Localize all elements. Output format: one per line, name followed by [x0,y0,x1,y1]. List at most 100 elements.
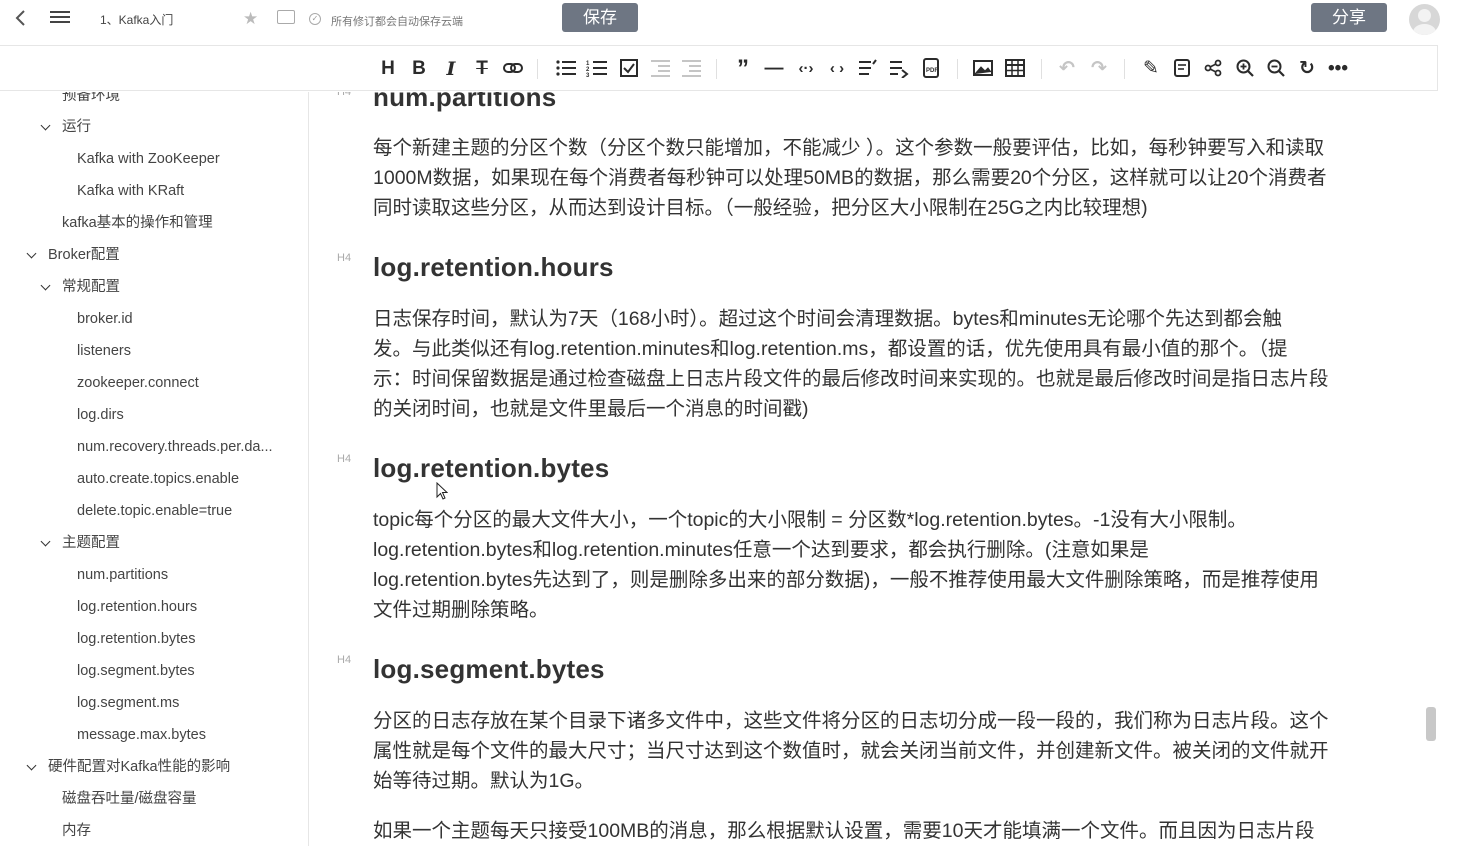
paragraph-line: 文件过期删除策略。 [373,599,549,621]
pdf-icon[interactable]: PDF [919,58,943,80]
share-button[interactable]: 分享 [1311,3,1387,32]
paragraph-line: 如果一个主题每天只接受100MB的消息，那么根据默认设置，需要10天才能填满一个… [373,820,1315,842]
outline-item[interactable]: 硬件配置对Kafka性能的影响 [48,756,230,778]
horizontal-rule-icon[interactable]: — [762,58,786,80]
saved-check-icon: ✓ [309,13,321,25]
outline-item[interactable]: auto.create.topics.enable [77,468,239,490]
paragraph-line: 分区的日志存放在某个目录下诸多文件中，这些文件将分区的日志切分成一段一段的，我们… [373,710,1329,732]
paragraph-line: log.retention.bytes先达到了，则是删除多出来的部分数据)，一般… [373,569,1319,591]
zoom-out-icon[interactable] [1264,58,1288,80]
paragraph-line: 示：时间保留数据是通过检查磁盘上日志片段文件的最后修改时间来实现的。也就是最后修… [373,368,1329,390]
paragraph[interactable]: 如果一个主题每天只接受100MB的消息，那么根据默认设置，需要10天才能填满一个… [373,816,1373,846]
back-icon[interactable] [14,8,34,30]
top-bar: 1、Kafka入门 ★ ✓ 所有修订都会自动保存云端 保存 分享 [0,0,1460,40]
paragraph-line: 同时读取这些分区，从而达到设计目标。（一般经验，把分区大小限制在25G之内比较理… [373,197,1148,219]
outline-item[interactable]: listeners [77,340,131,362]
checklist-icon[interactable] [617,58,641,80]
paragraph-line: 的关闭时间，也就是文件里最后一个消息的时间戳) [373,398,809,420]
svg-text:3: 3 [586,73,590,78]
scrollbar-thumb[interactable] [1426,707,1436,741]
refresh-icon[interactable]: ↻ [1295,58,1319,80]
edit-icon[interactable]: ✎ [1139,58,1163,80]
zoom-in-icon[interactable] [1233,58,1257,80]
inline-code-icon[interactable]: ‹·› [794,58,818,80]
link-icon[interactable] [501,58,525,80]
outline-item[interactable]: 主题配置 [62,532,120,554]
paragraph[interactable]: 分区的日志存放在某个目录下诸多文件中，这些文件将分区的日志切分成一段一段的，我们… [373,706,1373,796]
section-heading[interactable]: log.retention.bytes [373,453,609,484]
paragraph[interactable]: 日志保存时间，默认为7天（168小时）。超过这个时间会清理数据。bytes和mi… [373,304,1373,424]
bold-icon[interactable]: B [407,58,431,80]
paragraph-line: 始等待过期。默认为1G。 [373,770,595,792]
heading-level-tag: H4 [337,252,352,264]
paragraph[interactable]: 每个新建主题的分区个数（分区个数只能增加，不能减少 ）。这个参数一般要评估，比如… [373,133,1373,223]
section-heading[interactable]: num.partitions [373,92,556,113]
document-content[interactable]: H4 num.partitions 每个新建主题的分区个数（分区个数只能增加，不… [310,92,1426,846]
outline-item[interactable]: 常规配置 [62,276,120,298]
outline-item[interactable]: Broker配置 [48,244,120,266]
toolbar-divider [1041,59,1042,79]
outline-item[interactable]: 运行 [62,116,91,138]
paragraph-line: 日志保存时间，默认为7天（168小时）。超过这个时间会清理数据。bytes和mi… [373,308,1283,330]
italic-icon[interactable]: I [439,58,463,80]
image-icon[interactable] [971,58,995,80]
outline-item[interactable]: num.partitions [77,564,168,586]
outline-item[interactable]: kafka基本的操作和管理 [62,212,213,234]
notes-icon[interactable] [1170,58,1194,80]
outline-item[interactable]: 预备环境 [62,92,120,107]
outline-item[interactable]: broker.id [77,308,133,330]
unordered-list-icon[interactable] [554,58,578,80]
outline-item[interactable]: log.retention.bytes [77,628,196,650]
outline-item[interactable]: message.max.bytes [77,724,206,746]
heading-icon[interactable]: H [376,58,400,80]
undo-icon[interactable]: ↶ [1055,58,1079,80]
svg-text:PDF: PDF [926,68,938,74]
toolbar-divider [537,59,538,79]
ordered-list-icon[interactable]: 123 [585,58,609,80]
code-block-icon[interactable]: ‹ › [825,58,849,80]
paragraph-line: log.retention.bytes和log.retention.minute… [373,539,1149,561]
menu-icon[interactable] [50,8,70,28]
mindmap-icon[interactable] [1201,58,1225,80]
outline-item[interactable]: log.segment.bytes [77,660,195,682]
star-icon[interactable]: ★ [243,9,258,29]
section-heading[interactable]: log.segment.bytes [373,654,605,685]
outline-item[interactable]: num.recovery.threads.per.da... [77,436,273,458]
redo-icon[interactable]: ↷ [1087,58,1111,80]
outline-item[interactable]: delete.topic.enable=true [77,500,232,522]
heading-level-tag: H4 [337,453,352,465]
outline-item[interactable]: log.retention.hours [77,596,197,618]
paragraph-line: 发。与此类似还有log.retention.minutes和log.retent… [373,338,1288,360]
outline-item[interactable]: Kafka with ZooKeeper [77,148,220,170]
toolbar-divider [957,59,958,79]
quote-icon[interactable]: ” [731,57,755,81]
paragraph-line: 每个新建主题的分区个数（分区个数只能增加，不能减少 ）。这个参数一般要评估，比如… [373,137,1325,159]
autosave-status: 所有修订都会自动保存云端 [331,16,463,28]
heading-level-tag: H4 [337,92,352,98]
align-icon[interactable] [856,58,880,80]
outline-item[interactable]: log.dirs [77,404,124,426]
outline-item[interactable]: 磁盘吞吐量/磁盘容量 [62,788,197,810]
toolbar-divider [716,59,717,79]
document-title[interactable]: 1、Kafka入门 [100,11,173,28]
outline-item[interactable]: zookeeper.connect [77,372,199,394]
section-heading[interactable]: log.retention.hours [373,252,614,283]
mouse-cursor-icon [436,481,449,505]
outline-sidebar: 预备环境 运行 Kafka with ZooKeeper Kafka with … [0,92,309,846]
table-icon[interactable] [1003,58,1027,80]
folder-icon[interactable] [277,10,295,24]
text-format-icon[interactable] [887,58,911,80]
avatar[interactable] [1409,4,1440,35]
indent-icon[interactable] [648,58,672,80]
outline-item[interactable]: 内存 [62,820,91,842]
paragraph-line: topic每个分区的最大文件大小，一个topic的大小限制 = 分区数*log.… [373,509,1247,531]
heading-level-tag: H4 [337,654,352,666]
paragraph[interactable]: topic每个分区的最大文件大小，一个topic的大小限制 = 分区数*log.… [373,505,1373,625]
outline-item[interactable]: log.segment.ms [77,692,179,714]
save-button[interactable]: 保存 [562,3,638,32]
outdent-icon[interactable] [679,58,703,80]
more-icon[interactable]: ••• [1326,58,1350,80]
strikethrough-icon[interactable]: T [470,58,494,80]
outline-item[interactable]: Kafka with KRaft [77,180,184,202]
paragraph-line: 属性就是每个文件的最大尺寸；当尺寸达到这个数值时，就会关闭当前文件，并创建新文件… [373,740,1329,762]
